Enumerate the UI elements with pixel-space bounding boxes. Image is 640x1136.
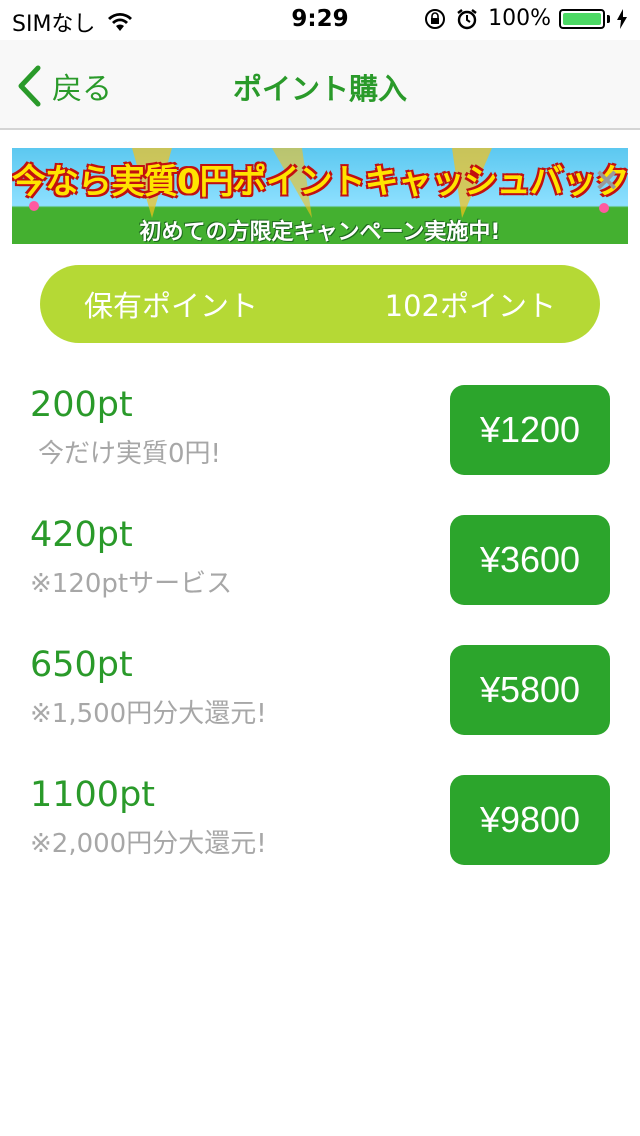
- owned-points-label: 保有ポイント: [84, 289, 259, 323]
- alarm-icon: [457, 8, 477, 29]
- banner-close-icon[interactable]: ×: [593, 160, 620, 198]
- banner-subtitle: 初めての方限定キャンペーン実施中!: [139, 220, 501, 244]
- navigation-bar: 戻る ポイント購入: [0, 40, 640, 130]
- plan-note: ※2,000円分大還元!: [30, 829, 267, 859]
- plan-points: 1100pt: [30, 775, 156, 815]
- battery-percent: 100%: [488, 6, 551, 31]
- owned-points-value: 102ポイント: [384, 289, 556, 323]
- page-title: ポイント購入: [232, 72, 407, 106]
- plan-points: 650pt: [30, 645, 133, 685]
- battery-icon: [559, 8, 605, 29]
- campaign-banner[interactable]: 今なら実質0円ポイントキャッシュバック! 初めての方限定キャンペーン実施中! ×: [12, 148, 628, 244]
- status-bar: SIMなし 9:29 100%: [0, 0, 640, 40]
- status-right: 100%: [424, 6, 628, 31]
- battery-tip: [607, 14, 610, 23]
- banner-title: 今なら実質0円ポイントキャッシュバック!: [12, 162, 628, 202]
- rotation-lock-icon: [425, 8, 446, 29]
- plan-row: 650pt ※1,500円分大還元! ¥5800: [0, 645, 640, 735]
- plan-points: 200pt: [30, 385, 133, 425]
- buy-button-420pt[interactable]: ¥3600: [450, 515, 610, 605]
- owned-points-pill: 保有ポイント 102ポイント: [40, 265, 600, 343]
- plan-row: 1100pt ※2,000円分大還元! ¥9800: [0, 775, 640, 865]
- plan-row: 200pt 今だけ実質0円! ¥1200: [0, 385, 640, 475]
- buy-button-200pt[interactable]: ¥1200: [450, 385, 610, 475]
- buy-button-1100pt[interactable]: ¥9800: [450, 775, 610, 865]
- charging-icon: [617, 8, 627, 29]
- buy-button-650pt[interactable]: ¥5800: [450, 645, 610, 735]
- plan-note: 今だけ実質0円!: [38, 439, 221, 469]
- plan-points: 420pt: [30, 515, 133, 555]
- plan-row: 420pt ※120ptサービス ¥3600: [0, 515, 640, 605]
- plan-note: ※120ptサービス: [30, 569, 233, 599]
- plan-note: ※1,500円分大還元!: [30, 699, 267, 729]
